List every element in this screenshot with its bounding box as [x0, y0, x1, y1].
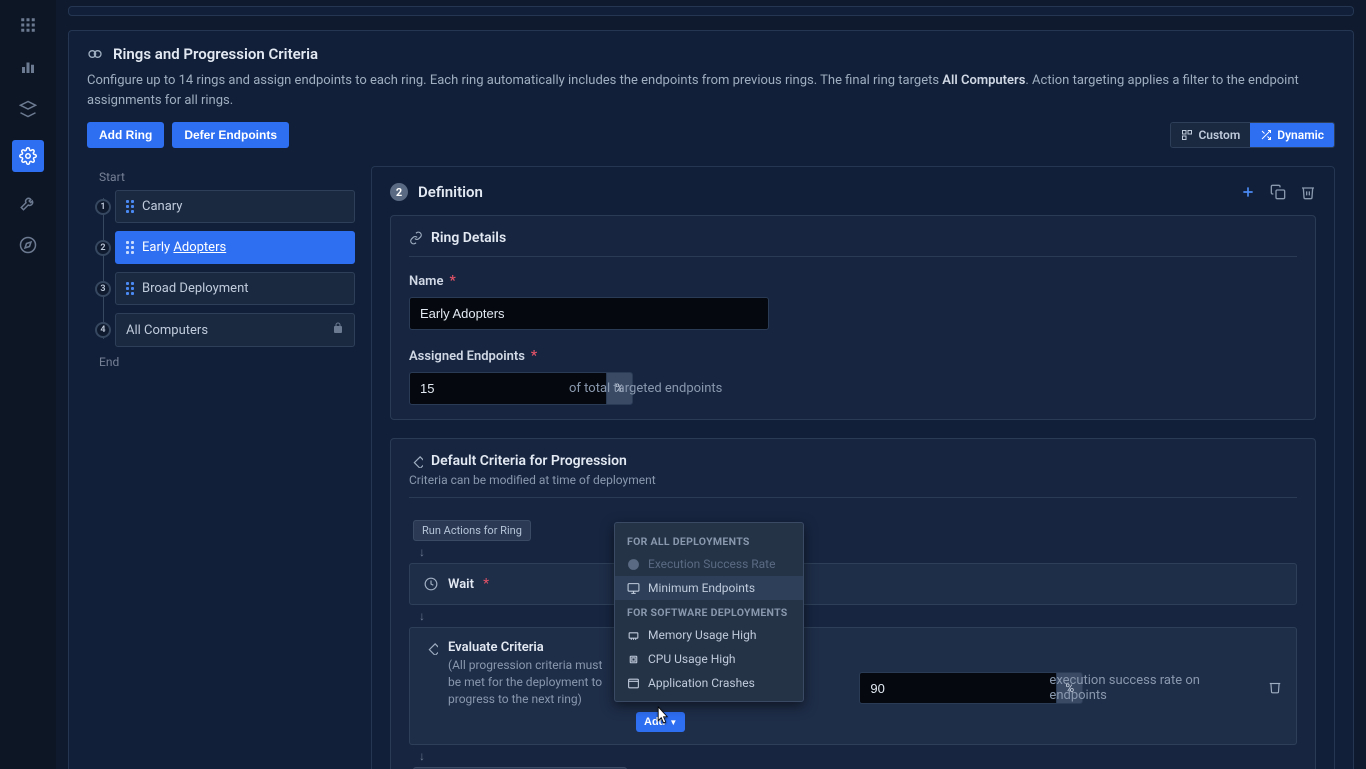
- wait-step[interactable]: Wait *: [409, 563, 1297, 605]
- diamond-icon: [424, 641, 438, 655]
- dropdown-header-all: FOR ALL DEPLOYMENTS: [615, 529, 803, 552]
- add-ring-button[interactable]: Add Ring: [87, 122, 164, 148]
- evaluate-sub: (All progression criteria must be met fo…: [448, 657, 618, 707]
- criteria-sub: Criteria can be modified at time of depl…: [409, 473, 1297, 487]
- dropdown-item-crashes[interactable]: Application Crashes: [615, 671, 803, 695]
- success-rate-input[interactable]: [859, 672, 1056, 704]
- ring-details-card: Ring Details Name* Assigned Endpoints* %…: [390, 215, 1316, 420]
- add-criterion-dropdown: FOR ALL DEPLOYMENTS Execution Success Ra…: [614, 522, 804, 702]
- drag-handle-icon[interactable]: [126, 200, 134, 213]
- definition-panel: 2 Definition Ring Details: [371, 166, 1335, 769]
- rings-list: Start 1 Canary 2 Early Adopters: [87, 166, 355, 769]
- wait-label: Wait: [448, 577, 474, 592]
- link-icon: [409, 231, 423, 245]
- evaluate-label: Evaluate Criteria: [448, 640, 618, 655]
- ring-details-heading: Ring Details: [431, 230, 506, 246]
- check-circle-icon: [627, 558, 640, 571]
- shuffle-icon: [1260, 129, 1272, 141]
- dropdown-item-min-endpoints[interactable]: Minimum Endpoints: [615, 576, 803, 600]
- ring-name-label: Broad Deployment: [142, 281, 249, 296]
- criteria-heading: Default Criteria for Progression: [431, 453, 627, 469]
- collapsed-header[interactable]: [68, 6, 1354, 16]
- end-label: End: [99, 355, 355, 369]
- custom-icon: [1181, 129, 1193, 141]
- evaluate-step: Evaluate Criteria (All progression crite…: [409, 627, 1297, 745]
- apps-icon[interactable]: [17, 14, 39, 36]
- ring-item-canary[interactable]: 1 Canary: [115, 190, 355, 223]
- dropdown-header-software: FOR SOFTWARE DEPLOYMENTS: [615, 600, 803, 623]
- copy-icon[interactable]: [1270, 184, 1286, 200]
- dropdown-item-success-rate: Execution Success Rate: [615, 552, 803, 576]
- name-input[interactable]: [409, 297, 769, 330]
- section-description: Configure up to 14 rings and assign endp…: [87, 71, 1335, 110]
- ring-item-broad[interactable]: 3 Broad Deployment: [115, 272, 355, 305]
- monitor-icon: [627, 582, 640, 595]
- ring-number: 3: [95, 281, 111, 297]
- window-icon: [627, 677, 640, 690]
- diamond-icon: [409, 454, 423, 468]
- custom-toggle[interactable]: Custom: [1171, 123, 1250, 147]
- clock-icon: [424, 577, 438, 591]
- section-title: Rings and Progression Criteria: [113, 45, 318, 63]
- ring-item-all[interactable]: 4 All Computers: [115, 313, 355, 347]
- endpoints-label: Assigned Endpoints*: [409, 348, 1297, 364]
- success-text: execution success rate on endpoints: [1049, 673, 1258, 703]
- drag-handle-icon[interactable]: [126, 241, 134, 254]
- criteria-card: Default Criteria for Progression Criteri…: [390, 438, 1316, 769]
- cpu-icon: [627, 653, 640, 666]
- arrow-down-icon: ↓: [419, 609, 1297, 623]
- rings-icon: [87, 46, 103, 62]
- definition-title: Definition: [418, 183, 483, 201]
- arrow-down-icon: ↓: [419, 749, 1297, 763]
- dynamic-toggle[interactable]: Dynamic: [1250, 123, 1334, 147]
- defer-endpoints-button[interactable]: Defer Endpoints: [172, 122, 289, 148]
- trash-icon[interactable]: [1300, 184, 1316, 200]
- memory-icon: [627, 629, 640, 642]
- ring-number: 2: [95, 240, 111, 256]
- ring-name-label: Early Adopters: [142, 240, 226, 255]
- run-actions-chip: Run Actions for Ring: [413, 520, 531, 541]
- lock-icon: [332, 322, 344, 338]
- arrow-down-icon: ↓: [419, 545, 1297, 559]
- ring-name-label: Canary: [142, 199, 182, 214]
- left-nav: [0, 0, 56, 769]
- drag-handle-icon[interactable]: [126, 282, 134, 295]
- layers-icon[interactable]: [17, 98, 39, 120]
- delete-criterion-icon[interactable]: [1268, 679, 1282, 698]
- mode-toggle: Custom Dynamic: [1170, 122, 1335, 148]
- endpoints-hint: of total targeted endpoints: [569, 381, 722, 396]
- settings-icon[interactable]: [12, 140, 44, 172]
- ring-number: 1: [95, 199, 111, 215]
- start-label: Start: [99, 170, 355, 184]
- ring-name-label: All Computers: [126, 323, 208, 338]
- add-icon[interactable]: [1240, 184, 1256, 200]
- tools-icon[interactable]: [17, 192, 39, 214]
- dropdown-item-cpu[interactable]: CPU Usage High: [615, 647, 803, 671]
- step-number: 2: [390, 183, 408, 201]
- compass-icon[interactable]: [17, 234, 39, 256]
- ring-item-early-adopters[interactable]: 2 Early Adopters: [115, 231, 355, 264]
- name-label: Name*: [409, 273, 1297, 289]
- ring-number: 4: [95, 322, 111, 338]
- stats-icon[interactable]: [17, 56, 39, 78]
- dropdown-item-memory[interactable]: Memory Usage High: [615, 623, 803, 647]
- add-criterion-button[interactable]: Add ▼: [636, 712, 685, 732]
